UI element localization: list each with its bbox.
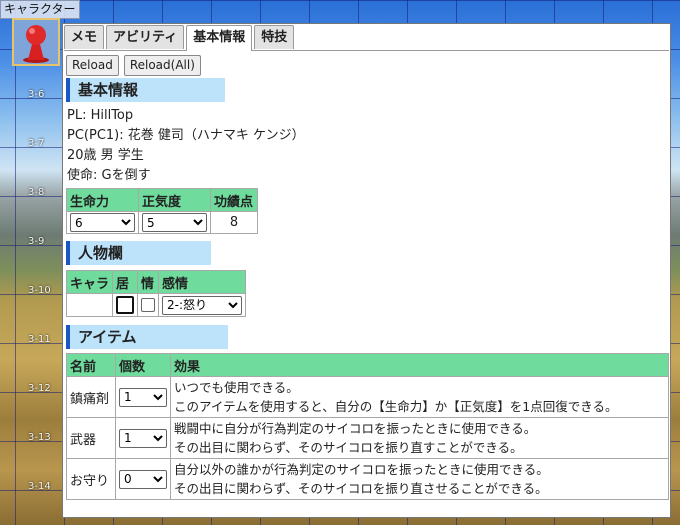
items-header: 個数	[115, 353, 171, 377]
tab-bar: メモ アビリティ 基本情報 特技	[64, 25, 669, 51]
red-pawn-icon	[23, 25, 49, 63]
map-row-label: 3-7	[28, 138, 45, 149]
item-effect-line: その出目に関わらず、そのサイコロを振り直すことができる。	[174, 440, 523, 455]
tab-content: Reload Reload(All) 基本情報 PL: HillTop PC(P…	[66, 53, 670, 517]
map-row-label: 3-6	[28, 89, 45, 100]
tab-memo[interactable]: メモ	[64, 25, 105, 49]
character-avatar[interactable]	[12, 18, 60, 66]
sanity-select[interactable]: 5	[142, 213, 207, 232]
table-row: お守り 0 自分以外の誰かが行為判定のサイコロを振ったときに使用できる。 その出…	[66, 458, 669, 500]
character-name: PC(PC1): 花巻 健司（ハナマキ ケンジ）	[67, 128, 305, 143]
item-effect: 自分以外の誰かが行為判定のサイコロを振ったときに使用できる。 その出目に関わらず…	[170, 458, 669, 500]
map-row-label: 3-8	[28, 187, 45, 198]
section-basic-info: 基本情報	[66, 78, 225, 102]
stat-header: 正気度	[138, 188, 211, 212]
info-checkbox[interactable]	[141, 298, 156, 312]
player-name: PL: HillTop	[67, 108, 134, 123]
section-people: 人物欄	[66, 241, 211, 265]
stats-table: 生命力 正気度 功績点 6 5 8	[66, 188, 258, 234]
people-chara-cell	[66, 293, 114, 317]
item-count-select[interactable]: 0	[119, 469, 167, 489]
map-row-label: 3-12	[28, 383, 51, 394]
tab-ability[interactable]: アビリティ	[106, 25, 185, 49]
people-header: 感情	[158, 270, 247, 294]
items-table: 名前 個数 効果 鎮痛剤 1 いつでも使用できる。 このアイテムを使用すると、自…	[66, 353, 669, 500]
tab-basic-info[interactable]: 基本情報	[186, 25, 253, 51]
item-effect-line: 戦闘中に自分が行為判定のサイコロを振ったときに使用できる。	[174, 421, 537, 436]
item-effect-line: 自分以外の誰かが行為判定のサイコロを振ったときに使用できる。	[174, 462, 549, 477]
people-header: キャラ	[66, 270, 114, 294]
character-profile: 20歳 男 学生	[67, 148, 144, 163]
items-header: 名前	[66, 353, 116, 377]
people-header: 居	[112, 270, 139, 294]
character-mission: 使命: Gを倒す	[67, 168, 151, 183]
map-row-label: 3-14	[28, 481, 51, 492]
item-name: お守り	[66, 458, 116, 500]
item-count-select[interactable]: 1	[119, 428, 167, 448]
item-name: 武器	[66, 417, 116, 459]
map-row-label: 3-13	[28, 432, 51, 443]
table-row: 鎮痛剤 1 いつでも使用できる。 このアイテムを使用すると、自分の【生命力】か【…	[66, 376, 669, 418]
emotion-select[interactable]: 2-:怒り	[162, 295, 243, 315]
character-panel: メモ アビリティ 基本情報 特技 Reload Reload(All) 基本情報…	[62, 23, 671, 518]
map-row-label: 3-11	[28, 334, 51, 345]
map-row-label: 3-9	[28, 236, 45, 247]
stat-header: 功績点	[210, 188, 258, 212]
people-table: キャラ 居 情 感情 2-:怒り	[66, 270, 247, 317]
people-header: 情	[137, 270, 160, 294]
item-effect-line: いつでも使用できる。	[174, 380, 299, 395]
stat-header: 生命力	[66, 188, 139, 212]
reload-button[interactable]: Reload	[66, 55, 119, 76]
tab-skills[interactable]: 特技	[254, 25, 295, 49]
window-title[interactable]: キャラクター	[0, 0, 80, 19]
present-checkbox[interactable]	[116, 296, 135, 314]
item-effect-line: このアイテムを使用すると、自分の【生命力】か【正気度】を1点回復できる。	[174, 399, 618, 414]
item-effect: いつでも使用できる。 このアイテムを使用すると、自分の【生命力】か【正気度】を1…	[170, 376, 669, 418]
map-row-label: 3-10	[28, 285, 51, 296]
item-name: 鎮痛剤	[66, 376, 116, 418]
items-header: 効果	[170, 353, 669, 377]
section-items: アイテム	[66, 325, 228, 349]
table-row: 武器 1 戦闘中に自分が行為判定のサイコロを振ったときに使用できる。 その出目に…	[66, 417, 669, 459]
item-effect-line: その出目に関わらず、そのサイコロを振り直させることができる。	[174, 481, 548, 496]
merit-value: 8	[210, 211, 258, 234]
reload-all-button[interactable]: Reload(All)	[123, 55, 201, 76]
life-select[interactable]: 6	[70, 213, 135, 232]
item-count-select[interactable]: 1	[119, 387, 167, 407]
item-effect: 戦闘中に自分が行為判定のサイコロを振ったときに使用できる。 その出目に関わらず、…	[170, 417, 669, 459]
